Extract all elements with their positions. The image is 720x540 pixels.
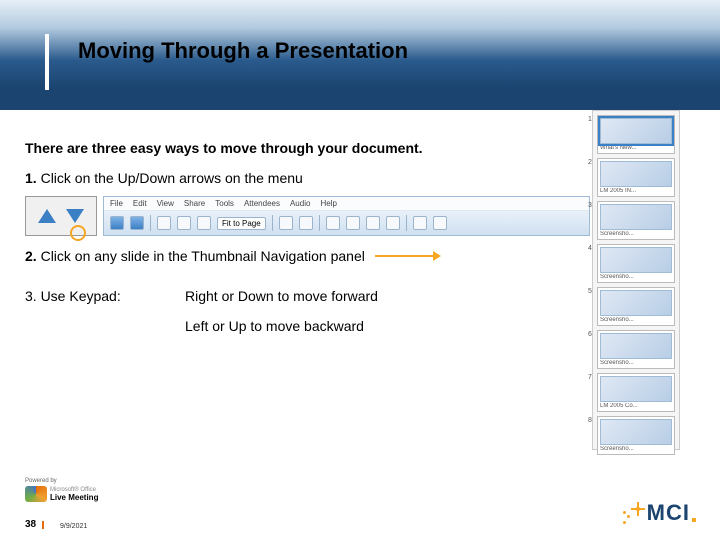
thumb-image xyxy=(600,290,672,316)
item-3-line1: Right or Down to move forward xyxy=(185,288,378,304)
separator xyxy=(319,215,320,231)
toolbar-icon xyxy=(279,216,293,230)
separator xyxy=(272,215,273,231)
menu-share: Share xyxy=(184,199,205,208)
toolbar-icon xyxy=(433,216,447,230)
thumb-image xyxy=(600,333,672,359)
thumbnail-panel: 1 What's New... 2 LM 2005 IN... 3 Screen… xyxy=(592,110,680,450)
mci-text: MCI xyxy=(647,500,690,525)
thumbnail: 8 Screensho... xyxy=(597,416,675,455)
menu-attendees: Attendees xyxy=(244,199,280,208)
toolbar-icon xyxy=(366,216,380,230)
item-3-line2: Left or Up to move backward xyxy=(185,318,590,334)
toolbar-illustration: File Edit View Share Tools Attendees Aud… xyxy=(25,196,590,236)
toolbar-icon xyxy=(157,216,171,230)
toolbar-icon xyxy=(326,216,340,230)
toolbar-icon xyxy=(177,216,191,230)
fit-to-page: Fit to Page xyxy=(217,217,266,230)
item-2-text: Click on any slide in the Thumbnail Navi… xyxy=(37,248,365,264)
item-1: 1. Click on the Up/Down arrows on the me… xyxy=(25,170,590,186)
thumb-image xyxy=(600,118,672,144)
thumb-caption: LM 2005 Co... xyxy=(600,403,672,409)
menu-help: Help xyxy=(320,199,336,208)
mci-star-icon xyxy=(621,504,643,526)
thumb-caption: Screensho... xyxy=(600,274,672,280)
toolbar-icons: Fit to Page xyxy=(104,211,589,235)
thumb-caption: Screensho... xyxy=(600,360,672,366)
nav-arrows-box xyxy=(25,196,97,236)
pointer-arrow-icon xyxy=(375,255,435,257)
toolbar-icon xyxy=(110,216,124,230)
menubar-graphic: File Edit View Share Tools Attendees Aud… xyxy=(103,196,590,236)
separator xyxy=(406,215,407,231)
menu-edit: Edit xyxy=(133,199,147,208)
thumbnail: 4 Screensho... xyxy=(597,244,675,283)
thumb-number: 3 xyxy=(588,202,592,209)
powered-by-block: Powered by Microsoft® Office Live Meetin… xyxy=(25,478,98,502)
thumb-caption: Screensho... xyxy=(600,446,672,452)
thumb-caption: What's New... xyxy=(600,145,672,151)
menu-tools: Tools xyxy=(215,199,234,208)
thumb-number: 4 xyxy=(588,245,592,252)
separator xyxy=(150,215,151,231)
toolbar-icon xyxy=(299,216,313,230)
slide-title: Moving Through a Presentation xyxy=(78,38,408,64)
arrow-down-icon xyxy=(66,209,84,223)
arrow-up-icon xyxy=(38,209,56,223)
menu-view: View xyxy=(157,199,174,208)
mci-dot-icon xyxy=(692,518,696,522)
toolbar-icon xyxy=(413,216,427,230)
toolbar-icon xyxy=(386,216,400,230)
thumb-number: 5 xyxy=(588,288,592,295)
item-3: 3. Use Keypad: Right or Down to move for… xyxy=(25,288,590,304)
logo-text: Microsoft® Office Live Meeting xyxy=(50,486,98,502)
thumbnail: 6 Screensho... xyxy=(597,330,675,369)
item-3-label: 3. Use Keypad: xyxy=(25,288,145,304)
thumb-number: 7 xyxy=(588,374,592,381)
thumbnail: 1 What's New... xyxy=(597,115,675,154)
thumb-number: 2 xyxy=(588,159,592,166)
toolbar-icon xyxy=(346,216,360,230)
powered-by-label: Powered by xyxy=(25,478,98,484)
thumb-image xyxy=(600,247,672,273)
thumb-image xyxy=(600,161,672,187)
thumb-caption: LM 2005 IN... xyxy=(600,188,672,194)
thumbnail: 7 LM 2005 Co... xyxy=(597,373,675,412)
menubar-items: File Edit View Share Tools Attendees Aud… xyxy=(104,197,589,211)
menu-file: File xyxy=(110,199,123,208)
intro-text: There are three easy ways to move throug… xyxy=(25,140,590,156)
thumb-number: 6 xyxy=(588,331,592,338)
item-2-number: 2. xyxy=(25,248,37,264)
live-meeting-logo: Microsoft® Office Live Meeting xyxy=(25,486,98,502)
thumbnail: 3 Screensho... xyxy=(597,201,675,240)
thumb-caption: Screensho... xyxy=(600,317,672,323)
toolbar-icon xyxy=(197,216,211,230)
thumb-number: 8 xyxy=(588,417,592,424)
slide-date: 9/9/2021 xyxy=(60,523,87,530)
logo-swatch-icon xyxy=(25,486,47,502)
thumb-image xyxy=(600,376,672,402)
thumb-number: 1 xyxy=(588,116,592,123)
item-1-text: Click on the Up/Down arrows on the menu xyxy=(37,170,303,186)
logo-lm: Live Meeting xyxy=(50,494,98,502)
menu-audio: Audio xyxy=(290,199,310,208)
slide-number: 38 xyxy=(25,519,36,530)
thumb-image xyxy=(600,204,672,230)
toolbar-icon xyxy=(130,216,144,230)
item-1-number: 1. xyxy=(25,170,37,186)
thumb-image xyxy=(600,419,672,445)
item-2: 2. Click on any slide in the Thumbnail N… xyxy=(25,248,590,264)
thumbnail: 2 LM 2005 IN... xyxy=(597,158,675,197)
thumbnail: 5 Screensho... xyxy=(597,287,675,326)
content-area: There are three easy ways to move throug… xyxy=(25,140,590,334)
mci-logo: MCI xyxy=(621,500,690,526)
thumb-caption: Screensho... xyxy=(600,231,672,237)
